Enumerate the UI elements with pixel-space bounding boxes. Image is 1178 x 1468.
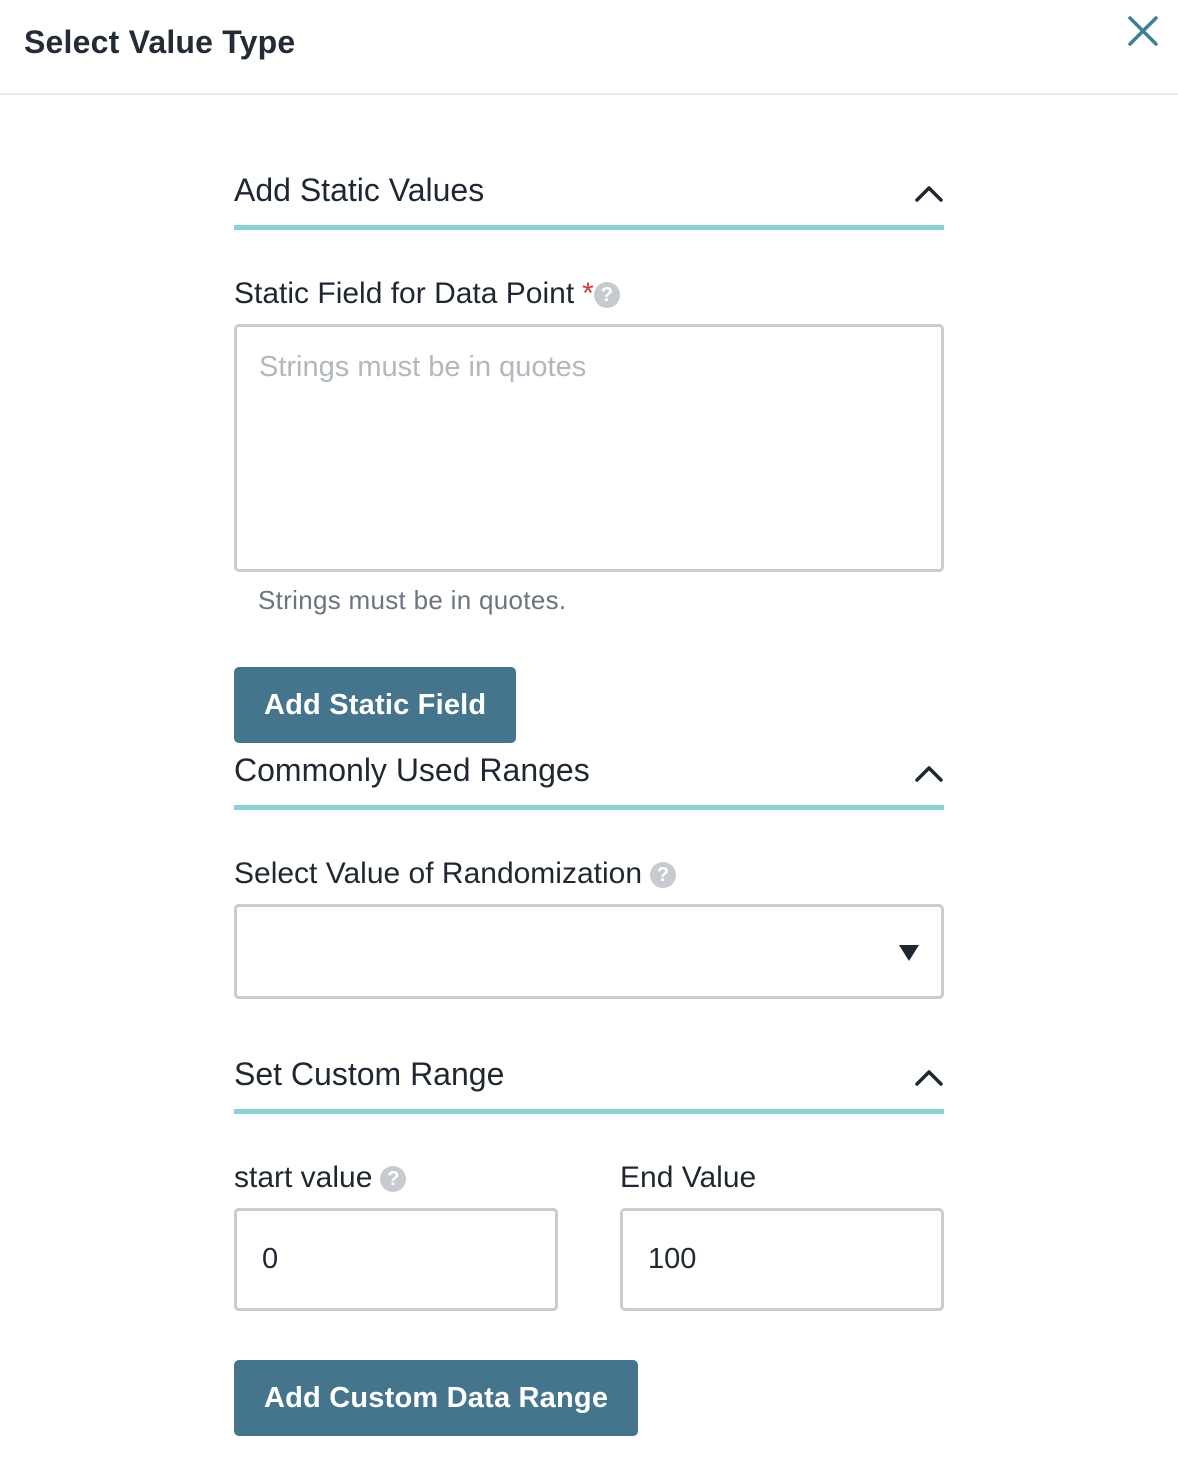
section-title-static-values: Add Static Values	[234, 172, 485, 208]
close-icon[interactable]	[1126, 14, 1160, 48]
required-indicator: *	[582, 277, 594, 310]
section-title-common-ranges: Commonly Used Ranges	[234, 752, 590, 788]
add-custom-data-range-button[interactable]: Add Custom Data Range	[234, 1360, 639, 1436]
static-field-hint: Strings must be in quotes.	[258, 585, 567, 615]
end-value-label: End Value	[620, 1161, 757, 1194]
start-value-input[interactable]	[234, 1208, 558, 1311]
chevron-up-icon[interactable]	[914, 183, 944, 203]
section-header-custom-range[interactable]: Set Custom Range	[234, 1054, 944, 1114]
modal-title: Select Value Type	[24, 24, 296, 60]
caret-down-icon	[899, 945, 919, 961]
start-value-label: start value?	[234, 1161, 407, 1195]
add-static-field-button[interactable]: Add Static Field	[234, 667, 517, 743]
chevron-up-icon[interactable]	[914, 1067, 944, 1087]
section-title-custom-range: Set Custom Range	[234, 1056, 505, 1092]
static-field-input[interactable]	[234, 324, 944, 572]
help-icon[interactable]: ?	[380, 1166, 407, 1192]
help-icon[interactable]: ?	[650, 862, 677, 888]
chevron-up-icon[interactable]	[914, 763, 944, 783]
help-icon[interactable]: ?	[593, 282, 620, 308]
section-header-common-ranges[interactable]: Commonly Used Ranges	[234, 750, 944, 810]
randomization-select[interactable]	[234, 904, 944, 999]
section-header-static-values[interactable]: Add Static Values	[234, 170, 944, 230]
end-value-input[interactable]	[620, 1208, 944, 1311]
static-field-label: Static Field for Data Point *?	[234, 277, 620, 311]
randomization-label: Select Value of Randomization?	[234, 857, 677, 891]
modal-header: Select Value Type	[0, 0, 1178, 95]
